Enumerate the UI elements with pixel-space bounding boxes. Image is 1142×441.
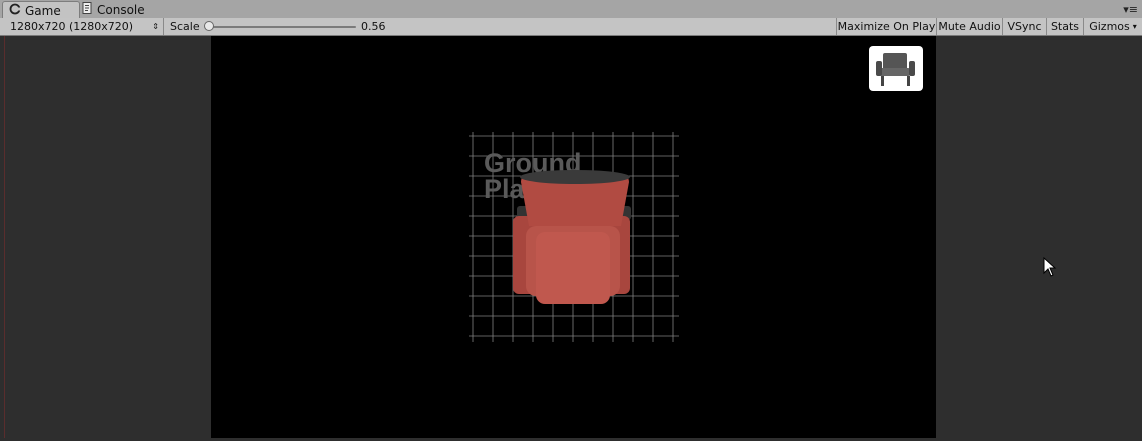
scene-render: Ground Plane: [469, 132, 679, 342]
mute-audio-button[interactable]: Mute Audio: [936, 18, 1002, 35]
window-menu-icon[interactable]: ▾≡: [1123, 3, 1138, 16]
dropdown-arrows-icon: ⇕: [152, 22, 159, 31]
chair-thumbnail-icon: [876, 53, 915, 86]
game-viewport[interactable]: Ground Plane: [211, 36, 936, 438]
tab-game-label: Game: [25, 3, 61, 18]
scale-slider-thumb[interactable]: [204, 21, 214, 31]
tab-game[interactable]: Game: [2, 1, 80, 19]
resolution-dropdown[interactable]: 1280x720 (1280x720) ⇕: [4, 18, 164, 35]
stats-button[interactable]: Stats: [1046, 18, 1083, 35]
console-icon: [82, 2, 93, 17]
maximize-on-play-button[interactable]: Maximize On Play: [836, 18, 936, 35]
panel-edge: [4, 36, 5, 438]
vsync-button[interactable]: VSync: [1002, 18, 1046, 35]
scale-value: 0.56: [361, 20, 386, 33]
chair-thumbnail[interactable]: [869, 46, 923, 91]
gizmos-dropdown-icon: ▾: [1132, 22, 1137, 31]
tab-console[interactable]: Console: [76, 1, 160, 18]
editor-tab-bar: Game Console ▾≡: [0, 0, 1142, 19]
gizmos-label: Gizmos: [1089, 20, 1130, 33]
gizmos-button[interactable]: Gizmos ▾: [1083, 18, 1142, 35]
scale-label: Scale: [170, 20, 200, 33]
game-toolbar: 1280x720 (1280x720) ⇕ Scale 0.56 Maximiz…: [0, 18, 1142, 36]
scale-slider-track[interactable]: [208, 26, 356, 28]
tab-console-label: Console: [97, 2, 145, 17]
mouse-pointer-icon: [1043, 256, 1057, 280]
chair-model: [513, 170, 631, 304]
gamepad-icon: [9, 3, 21, 18]
resolution-label: 1280x720 (1280x720): [10, 20, 134, 33]
